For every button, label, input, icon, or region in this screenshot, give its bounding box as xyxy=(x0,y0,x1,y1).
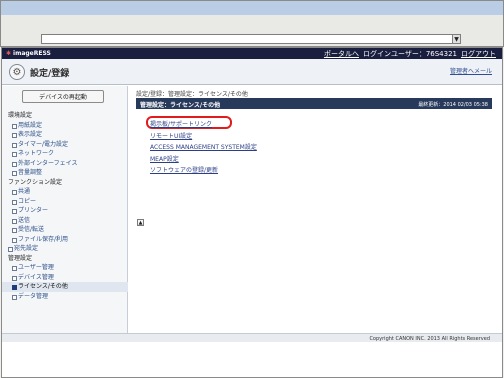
brand-bar: ✱ imageRESS ポータルへ ログインユーザー：76S4321 ログアウト xyxy=(2,48,502,59)
link-bulletin-support[interactable]: 掲示板/サポートリンク xyxy=(150,119,257,131)
page-header: ⚙ 設定/登録 管理者へメール xyxy=(2,59,502,85)
sidebar-section-function: ファンクション設定 xyxy=(8,178,63,186)
manager-mail-link[interactable]: 管理者へメール xyxy=(450,66,492,75)
breadcrumb: 設定/登録：管理設定：ライセンス/その他 xyxy=(136,91,248,98)
link-meap[interactable]: MEAP設定 xyxy=(150,154,257,166)
link-remote-ui[interactable]: リモートUI設定 xyxy=(150,131,257,143)
top-links: ポータルへ ログインユーザー：76S4321 ログアウト xyxy=(324,49,496,59)
sidebar-menu: 環境設定 用紙設定 表示設定 タイマー/電力設定 ネットワーク 外部インターフェ… xyxy=(2,111,128,301)
sidebar: デバイスの再起動 環境設定 用紙設定 表示設定 タイマー/電力設定 ネットワーク… xyxy=(2,86,128,333)
login-user: ログインユーザー：76S4321 xyxy=(362,50,457,58)
brand-logo: ✱ imageRESS xyxy=(6,50,51,57)
footer: Copyright CANON INC. 2013 All Rights Res… xyxy=(2,333,502,342)
sidebar-item-paper[interactable]: 用紙設定 xyxy=(2,121,128,131)
sidebar-section-environment: 環境設定 xyxy=(8,112,33,119)
sidebar-item-license[interactable]: ライセンス/その他 xyxy=(2,282,128,292)
sidebar-item-network[interactable]: ネットワーク xyxy=(2,149,128,159)
last-updated: 最終更新：2014 02/03 05:38 xyxy=(418,101,488,108)
portal-link[interactable]: ポータルへ xyxy=(324,49,359,59)
sidebar-item-display[interactable]: 表示設定 xyxy=(2,130,128,140)
sidebar-item-volume[interactable]: 音量調整 xyxy=(2,168,128,178)
browser-titlebar xyxy=(1,1,503,15)
sidebar-item-data-management[interactable]: データ管理 xyxy=(2,292,128,302)
sidebar-item-printer[interactable]: プリンター xyxy=(2,206,128,216)
page-title: 設定/登録 xyxy=(30,69,70,79)
settings-link-list: 掲示板/サポートリンク リモートUI設定 ACCESS MANAGEMENT S… xyxy=(150,119,257,177)
sidebar-item-send[interactable]: 送信 xyxy=(2,216,128,226)
sidebar-item-common[interactable]: 共通 xyxy=(2,187,128,197)
address-bar[interactable] xyxy=(41,34,461,44)
page-top-icon[interactable]: ▲ xyxy=(137,219,144,226)
sidebar-item-user-management[interactable]: ユーザー管理 xyxy=(2,263,128,273)
link-software-register[interactable]: ソフトウェアの登録/更新 xyxy=(150,165,257,177)
sidebar-item-file-store[interactable]: ファイル保存/利用 xyxy=(2,235,128,245)
sidebar-item-device-management[interactable]: デバイス管理 xyxy=(2,273,128,283)
address-dropdown-icon[interactable]: ▼ xyxy=(452,34,461,44)
main-content: 設定/登録：管理設定：ライセンス/その他 管理設定：ライセンス/その他 最終更新… xyxy=(132,86,502,333)
sidebar-item-receive[interactable]: 受信/転送 xyxy=(2,225,128,235)
copyright: Copyright CANON INC. 2013 All Rights Res… xyxy=(369,335,490,342)
settings-gear-icon: ⚙ xyxy=(9,64,25,80)
sidebar-item-interface[interactable]: 外部インターフェイス xyxy=(2,159,128,169)
brand-name: imageRESS xyxy=(13,50,51,57)
sidebar-item-timer[interactable]: タイマー/電力設定 xyxy=(2,140,128,150)
browser-chrome: ▼ xyxy=(0,0,504,47)
sidebar-item-copy[interactable]: コピー xyxy=(2,197,128,207)
logout-link[interactable]: ログアウト xyxy=(461,49,496,59)
app-window: ✱ imageRESS ポータルへ ログインユーザー：76S4321 ログアウト … xyxy=(1,47,503,378)
section-header: 管理設定：ライセンス/その他 最終更新：2014 02/03 05:38 xyxy=(136,98,492,109)
restart-device-button[interactable]: デバイスの再起動 xyxy=(22,90,104,103)
sidebar-section-management: 管理設定 xyxy=(8,254,33,262)
address-row: ▼ xyxy=(1,31,503,46)
section-title: 管理設定：ライセンス/その他 xyxy=(140,102,221,109)
brand-star-icon: ✱ xyxy=(6,50,12,57)
sidebar-item-destination[interactable]: 宛先設定 xyxy=(2,244,128,254)
link-access-management[interactable]: ACCESS MANAGEMENT SYSTEM設定 xyxy=(150,142,257,154)
